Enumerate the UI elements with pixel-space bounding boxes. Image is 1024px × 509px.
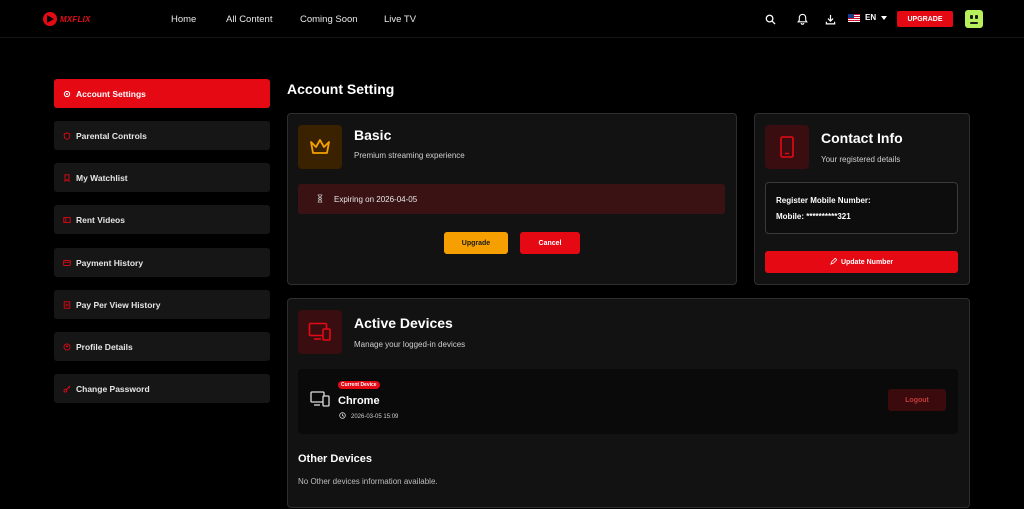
sidebar-item-rent-videos[interactable]: Rent Videos	[54, 205, 270, 234]
sidebar-item-profile-details[interactable]: Profile Details	[54, 332, 270, 361]
sidebar-item-label: Account Settings	[76, 88, 146, 99]
logo-text: MXFLIX	[60, 14, 91, 24]
sidebar-item-label: Profile Details	[76, 341, 133, 352]
nav-home[interactable]: Home	[171, 14, 196, 25]
sidebar-item-my-watchlist[interactable]: My Watchlist	[54, 163, 270, 192]
sidebar-item-pay-per-view-history[interactable]: Pay Per View History	[54, 290, 270, 319]
language-selector[interactable]: EN	[848, 13, 888, 22]
gear-icon	[63, 90, 71, 98]
history-icon	[63, 300, 71, 309]
contact-subtitle: Your registered details	[821, 155, 901, 164]
sidebar-item-payment-history[interactable]: Payment History	[54, 248, 270, 277]
devices-icon	[298, 310, 342, 354]
phone-icon	[765, 125, 809, 169]
sidebar-item-label: My Watchlist	[76, 172, 128, 183]
user-icon	[63, 343, 71, 351]
language-label: EN	[865, 13, 877, 22]
nav-live-tv[interactable]: Live TV	[384, 14, 416, 25]
clock-icon	[339, 412, 346, 421]
register-mobile-label: Register Mobile Number:	[776, 196, 871, 205]
monitor-icon	[310, 391, 330, 412]
logo-icon	[43, 12, 57, 26]
crown-icon	[298, 125, 342, 169]
logo[interactable]: MXFLIX	[43, 12, 91, 26]
chevron-down-icon	[881, 15, 888, 20]
other-devices-title: Other Devices	[298, 453, 372, 465]
mobile-info-box: Register Mobile Number: Mobile: ********…	[765, 182, 958, 234]
film-icon	[63, 216, 71, 224]
logout-button[interactable]: Logout	[888, 389, 946, 411]
devices-subtitle: Manage your logged-in devices	[354, 340, 466, 349]
cancel-button[interactable]: Cancel	[520, 232, 580, 254]
upgrade-button[interactable]: Upgrade	[444, 232, 508, 254]
device-name: Chrome	[338, 395, 380, 407]
bookmark-icon	[63, 173, 71, 182]
pencil-icon	[830, 257, 838, 267]
shield-icon	[63, 131, 71, 140]
sidebar-item-change-password[interactable]: Change Password	[54, 374, 270, 403]
top-header: MXFLIX Home All Content Coming Soon Live…	[0, 0, 1024, 38]
devices-title: Active Devices	[354, 315, 453, 331]
expiry-text: Expiring on 2026-04-05	[334, 194, 418, 204]
avatar[interactable]	[965, 10, 983, 28]
contact-title: Contact Info	[821, 130, 903, 146]
current-device-row: Current Device Chrome 2026-03-05 15:09 L…	[298, 369, 958, 434]
current-device-badge: Current Device	[338, 381, 380, 389]
sidebar-item-label: Parental Controls	[76, 130, 147, 141]
clock-icon	[316, 193, 324, 205]
update-number-button[interactable]: Update Number	[765, 251, 958, 273]
search-icon[interactable]	[763, 12, 777, 26]
header-upgrade-button[interactable]: UPGRADE	[897, 11, 953, 27]
sidebar-item-label: Pay Per View History	[76, 299, 161, 310]
download-icon[interactable]	[823, 12, 837, 26]
card-icon	[63, 259, 71, 267]
sidebar-item-parental-controls[interactable]: Parental Controls	[54, 121, 270, 150]
us-flag-icon	[848, 13, 860, 22]
bell-icon[interactable]	[795, 12, 809, 26]
key-icon	[63, 385, 71, 393]
page-title: Account Setting	[287, 81, 395, 97]
nav-all-content[interactable]: All Content	[226, 14, 272, 25]
sidebar-item-label: Payment History	[76, 257, 144, 268]
mobile-number: Mobile: **********321	[776, 212, 851, 221]
plan-description: Premium streaming experience	[354, 151, 465, 160]
expiry-banner: Expiring on 2026-04-05	[298, 184, 725, 214]
device-login-time: 2026-03-05 15:09	[339, 412, 398, 421]
update-number-label: Update Number	[840, 258, 894, 266]
sidebar-item-label: Change Password	[76, 383, 150, 394]
device-time-text: 2026-03-05 15:09	[351, 413, 399, 420]
other-devices-text: No Other devices information available.	[298, 477, 438, 486]
sidebar-item-account-settings[interactable]: Account Settings	[54, 79, 270, 108]
sidebar-item-label: Rent Videos	[76, 214, 125, 225]
nav-coming-soon[interactable]: Coming Soon	[300, 14, 358, 25]
plan-name: Basic	[354, 127, 392, 143]
